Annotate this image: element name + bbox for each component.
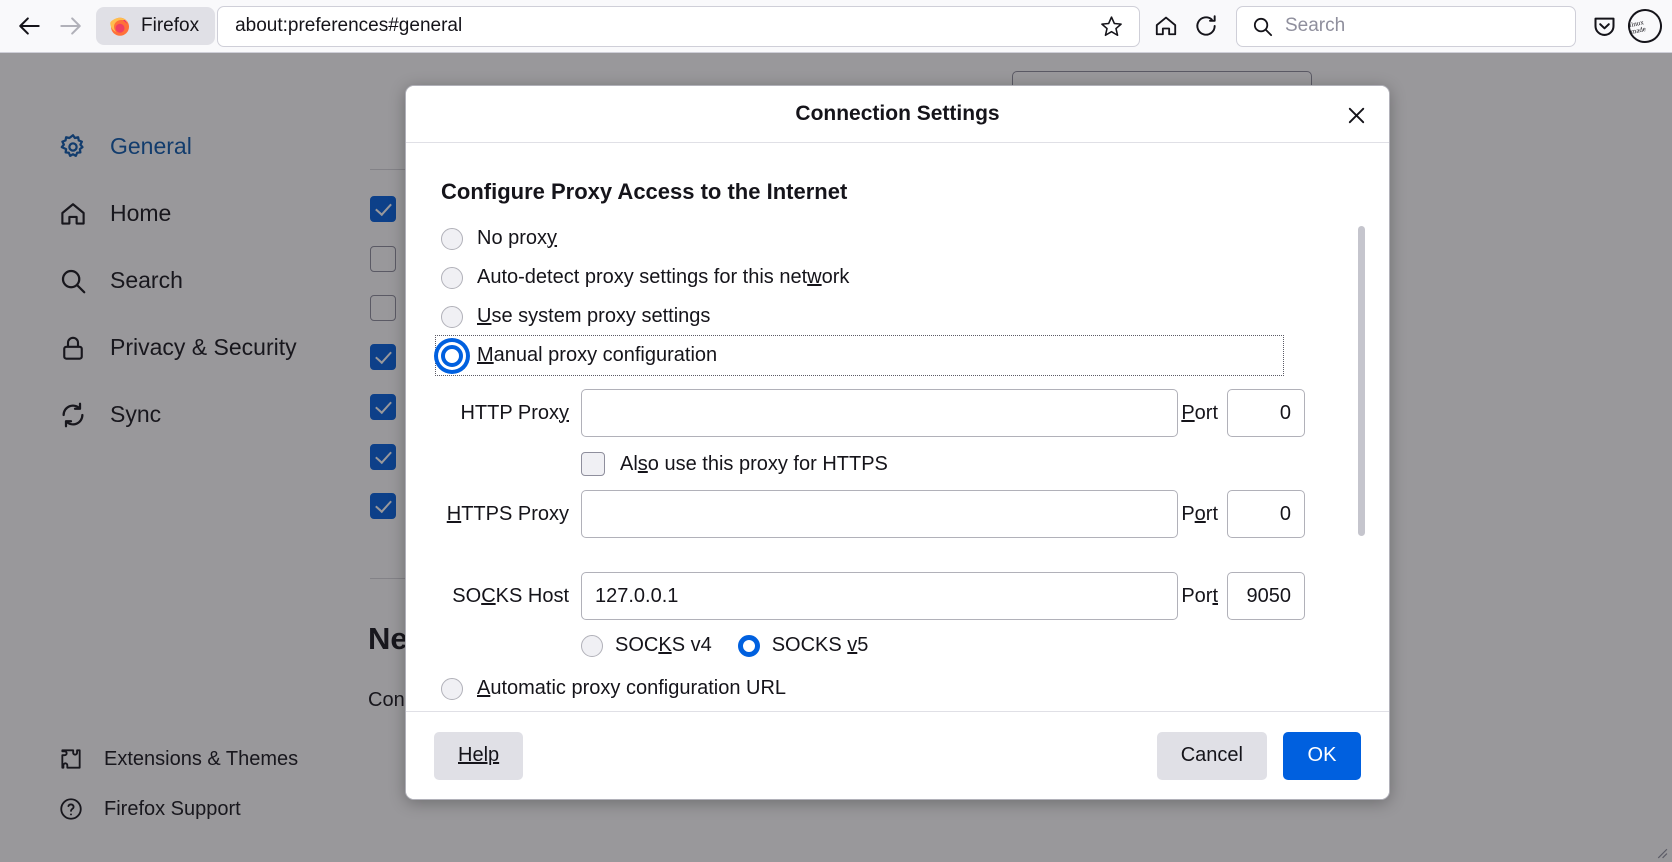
pocket-button[interactable] (1584, 6, 1624, 46)
radio-indicator (441, 228, 463, 250)
dialog-titlebar: Connection Settings (406, 86, 1389, 143)
bookmark-button[interactable] (1091, 6, 1131, 46)
search-bar[interactable]: Search (1236, 6, 1576, 47)
radio-indicator (441, 345, 463, 367)
tab-firefox[interactable]: Firefox (96, 7, 215, 45)
section-title: Configure Proxy Access to the Internet (441, 179, 1305, 205)
radio-label: Auto-detect proxy settings for this netw… (477, 266, 849, 289)
radio-socks-v5[interactable] (738, 635, 760, 657)
cancel-button[interactable]: Cancel (1157, 732, 1267, 780)
http-port-label: Port (1178, 402, 1227, 425)
home-button[interactable] (1146, 6, 1186, 46)
help-button-label: Help (458, 744, 499, 767)
dialog-footer: Help Cancel OK (406, 711, 1389, 799)
arrow-left-icon (17, 13, 43, 39)
https-proxy-label: HTTPS Proxy (436, 503, 581, 526)
radio-socks-v4-label: SOCKS v4 (615, 634, 712, 657)
radio-socks-v5-label: SOCKS v5 (772, 634, 869, 657)
socks-host-label: SOCKS Host (436, 585, 581, 608)
https-proxy-row: HTTPS Proxy Port 0 (436, 490, 1305, 538)
url-bar[interactable]: about:preferences#general (217, 6, 1140, 47)
http-proxy-label: HTTP Proxy (436, 402, 581, 425)
socks-port-input[interactable]: 9050 (1227, 572, 1305, 620)
radio-label: No proxy (477, 227, 557, 250)
also-https-checkbox[interactable] (581, 452, 605, 476)
dialog-title: Connection Settings (795, 102, 999, 126)
radio-label: Use system proxy settings (477, 305, 710, 328)
resize-grip-icon[interactable] (1655, 846, 1668, 859)
http-port-input[interactable]: 0 (1227, 389, 1305, 437)
close-icon (1345, 104, 1368, 127)
reload-icon (1193, 13, 1219, 39)
https-proxy-input[interactable] (581, 490, 1178, 538)
search-placeholder: Search (1285, 15, 1345, 37)
radio-socks-v4[interactable] (581, 635, 603, 657)
http-proxy-row: HTTP Proxy Port 0 (436, 389, 1305, 437)
star-icon (1099, 14, 1124, 39)
search-icon (1251, 15, 1274, 38)
socks-host-input[interactable]: 127.0.0.1 (581, 572, 1178, 620)
connection-settings-dialog: Connection Settings Configure Proxy Acce… (405, 85, 1390, 800)
radio-indicator (441, 306, 463, 328)
https-port-label: Port (1178, 503, 1227, 526)
close-button[interactable] (1339, 98, 1373, 132)
radio-indicator (441, 267, 463, 289)
back-button[interactable] (10, 6, 50, 46)
socks-version-group: SOCKS v4 SOCKS v5 (436, 634, 1305, 657)
socks-port-label: Port (1178, 585, 1227, 608)
socks-host-row: SOCKS Host 127.0.0.1 Port 9050 (436, 572, 1305, 620)
dialog-scrollbar-thumb[interactable] (1358, 226, 1365, 536)
radio-no-proxy[interactable]: No proxy (436, 219, 1305, 258)
avatar-label: linux made (1629, 16, 1661, 37)
https-port-input[interactable]: 0 (1227, 490, 1305, 538)
ok-button[interactable]: OK (1283, 732, 1361, 780)
radio-label: Automatic proxy configuration URL (477, 677, 786, 700)
dialog-body: Configure Proxy Access to the Internet N… (406, 143, 1389, 711)
browser-toolbar: Firefox about:preferences#general Search (0, 0, 1672, 53)
avatar[interactable]: linux made (1625, 6, 1665, 46)
arrow-right-icon (57, 13, 83, 39)
radio-label: Manual proxy configuration (477, 344, 717, 367)
reload-button[interactable] (1186, 6, 1226, 46)
radio-use-system-proxy[interactable]: Use system proxy settings (436, 297, 1305, 336)
url-text: about:preferences#general (235, 15, 1091, 37)
help-button[interactable]: Help (434, 732, 523, 780)
radio-indicator (441, 678, 463, 700)
forward-button[interactable] (50, 6, 90, 46)
home-icon (1153, 13, 1179, 39)
also-https-label: Also use this proxy for HTTPS (620, 453, 888, 476)
spacer (436, 538, 1305, 558)
tab-label: Firefox (141, 15, 199, 37)
also-https-row[interactable]: Also use this proxy for HTTPS (436, 452, 1305, 476)
radio-manual-proxy[interactable]: Manual proxy configuration (436, 336, 1283, 375)
http-proxy-input[interactable] (581, 389, 1178, 437)
radio-automatic-pac[interactable]: Automatic proxy configuration URL (436, 669, 1305, 708)
firefox-logo-icon (108, 14, 132, 38)
pocket-icon (1591, 13, 1618, 40)
radio-auto-detect-proxy[interactable]: Auto-detect proxy settings for this netw… (436, 258, 1305, 297)
